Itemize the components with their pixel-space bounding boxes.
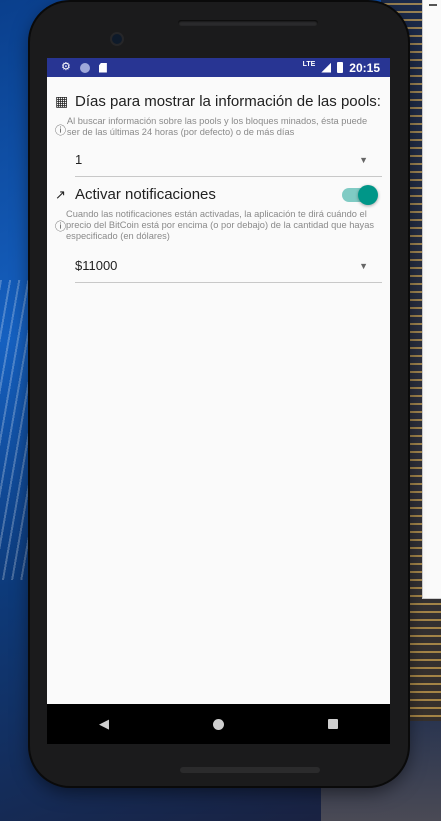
amount-dropdown[interactable]: $11000 ▼ — [75, 258, 382, 283]
front-camera — [110, 32, 124, 46]
days-pref-title: Días para mostrar la información de las … — [75, 93, 381, 110]
home-icon[interactable] — [213, 718, 224, 730]
toggle-thumb — [358, 184, 378, 205]
amount-selected-value: $11000 — [75, 258, 118, 273]
dropdown-arrow-icon: ▼ — [359, 154, 368, 165]
days-dropdown[interactable]: 1 ▼ — [75, 152, 382, 177]
info-icon: ⓘ — [55, 221, 66, 233]
bottom-speaker — [180, 767, 320, 773]
window-mark — [429, 4, 437, 6]
info-icon: ⓘ — [55, 125, 66, 137]
gear-icon: ⚙ — [61, 61, 71, 73]
days-pref-summary: Al buscar información sobre las pools y … — [66, 116, 368, 137]
battery-icon — [337, 62, 344, 73]
notifications-toggle[interactable] — [342, 184, 378, 205]
signal-icon — [321, 62, 332, 73]
back-icon[interactable]: ◀ — [99, 716, 109, 732]
top-speaker — [178, 20, 318, 26]
notifications-preference[interactable]: ↗ Activar notificaciones ⓘ Cuando las no… — [55, 184, 382, 283]
circle-icon — [79, 62, 90, 73]
days-selected-value: 1 — [75, 152, 83, 167]
network-icon: LTE — [302, 61, 316, 68]
background-window[interactable] — [422, 0, 441, 599]
trending-up-icon: ↗ — [55, 186, 66, 202]
notifications-pref-title: Activar notificaciones — [75, 186, 216, 203]
notifications-pref-summary: Cuando las notificaciones están activada… — [66, 209, 375, 241]
sd-card-icon — [98, 62, 107, 73]
recents-icon[interactable] — [328, 719, 338, 729]
days-preference[interactable]: ▦ Días para mostrar la información de la… — [55, 93, 382, 177]
clock: 20:15 — [349, 60, 380, 75]
status-bar: ⚙ LTE 20:15 — [47, 58, 390, 77]
dropdown-arrow-icon: ▼ — [359, 260, 368, 271]
navigation-bar: ◀ — [47, 704, 390, 744]
dashboard-icon: ▦ — [55, 93, 69, 109]
app-screen: ⚙ LTE 20:15 ▦ Días para mostrar la infor… — [47, 58, 390, 716]
